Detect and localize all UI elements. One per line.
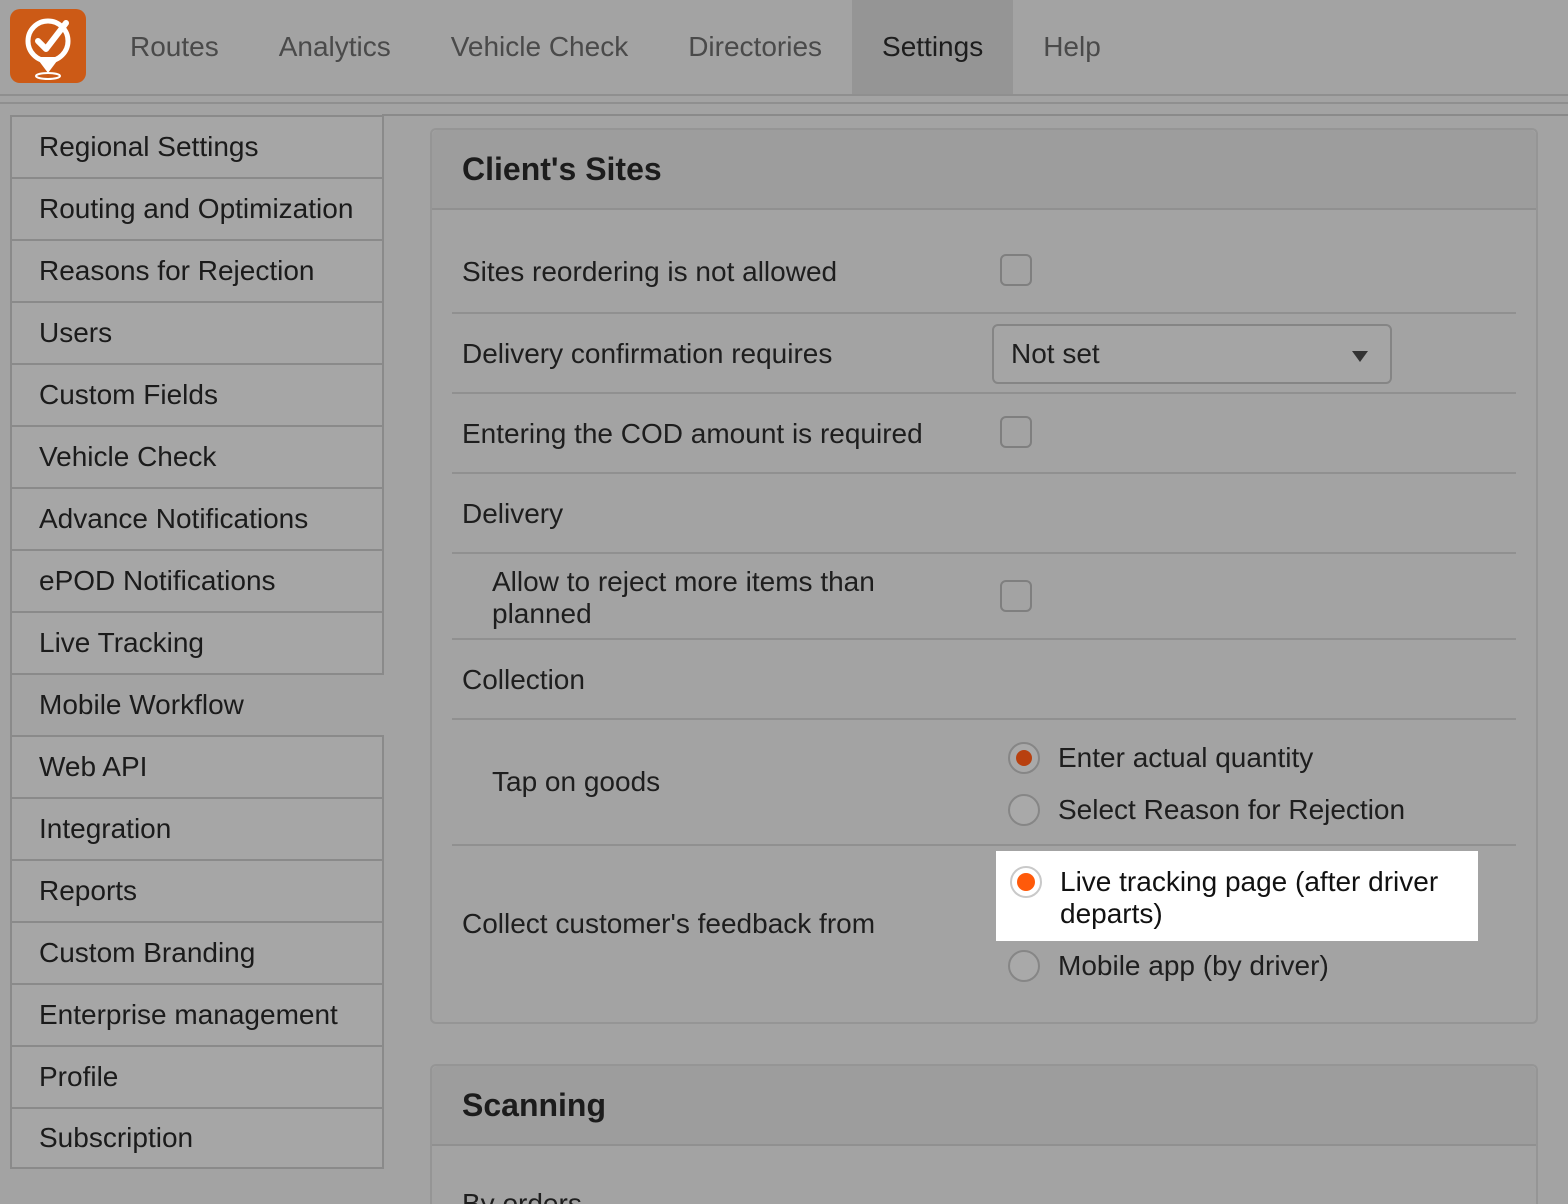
location-check-icon[interactable] bbox=[10, 9, 86, 83]
header-divider bbox=[0, 102, 1568, 104]
feedback-option-mobile-app[interactable]: Mobile app (by driver) bbox=[1008, 946, 1329, 986]
top-navigation-bar: Routes Analytics Vehicle Check Directori… bbox=[0, 0, 1568, 96]
sidebar-item-reports[interactable]: Reports bbox=[10, 859, 384, 921]
settings-sidebar: Regional Settings Routing and Optimizati… bbox=[10, 115, 384, 1169]
scanning-panel: Scanning By orders bbox=[430, 1064, 1538, 1204]
sidebar-item-advance-notifications[interactable]: Advance Notifications bbox=[10, 487, 384, 549]
settings-row: Sites reordering is not allowed bbox=[452, 212, 1516, 314]
confirmation-select-value: Not set bbox=[1011, 338, 1100, 369]
reject-more-label: Allow to reject more items than planned bbox=[492, 566, 875, 629]
radio-label: Select Reason for Rejection bbox=[1058, 794, 1406, 825]
nav-vehicle-check[interactable]: Vehicle Check bbox=[421, 0, 658, 94]
delivery-section-label: Delivery bbox=[462, 498, 564, 529]
reject-more-checkbox[interactable] bbox=[1000, 580, 1032, 612]
settings-row: Delivery confirmation requires Not set bbox=[452, 314, 1516, 394]
tap-goods-option-reason-rejection[interactable]: Select Reason for Rejection bbox=[1008, 790, 1405, 830]
reorder-checkbox[interactable] bbox=[1000, 254, 1032, 286]
settings-row: Tap on goods Enter actual quantity Selec… bbox=[452, 720, 1516, 846]
by-orders-label: By orders bbox=[462, 1188, 582, 1204]
sidebar-item-reasons-for-rejection[interactable]: Reasons for Rejection bbox=[10, 239, 384, 301]
sidebar-item-mobile-workflow[interactable]: Mobile Workflow bbox=[10, 673, 384, 735]
confirmation-select[interactable]: Not set bbox=[992, 324, 1392, 384]
sidebar-item-epod-notifications[interactable]: ePOD Notifications bbox=[10, 549, 384, 611]
radio-label: Mobile app (by driver) bbox=[1058, 950, 1329, 981]
sidebar-item-integration[interactable]: Integration bbox=[10, 797, 384, 859]
collection-section-label: Collection bbox=[462, 664, 585, 695]
nav-settings[interactable]: Settings bbox=[852, 0, 1014, 94]
sidebar-item-custom-fields[interactable]: Custom Fields bbox=[10, 363, 384, 425]
sidebar-item-web-api[interactable]: Web API bbox=[10, 735, 384, 797]
radio-button[interactable] bbox=[1008, 950, 1040, 982]
tap-goods-option-actual-quantity[interactable]: Enter actual quantity bbox=[1008, 738, 1313, 778]
chevron-down-icon bbox=[1352, 351, 1368, 362]
sidebar-item-custom-branding[interactable]: Custom Branding bbox=[10, 921, 384, 983]
settings-row: Entering the COD amount is required bbox=[452, 394, 1516, 474]
nav-directories[interactable]: Directories bbox=[658, 0, 852, 94]
nav-routes[interactable]: Routes bbox=[100, 0, 249, 94]
settings-row: Collection bbox=[452, 640, 1516, 720]
sidebar-item-profile[interactable]: Profile bbox=[10, 1045, 384, 1107]
sidebar-item-subscription[interactable]: Subscription bbox=[10, 1107, 384, 1169]
radio-button[interactable] bbox=[1008, 794, 1040, 826]
radio-label: Enter actual quantity bbox=[1058, 742, 1314, 773]
sidebar-item-regional-settings[interactable]: Regional Settings bbox=[10, 115, 384, 177]
sidebar-item-enterprise-management[interactable]: Enterprise management bbox=[10, 983, 384, 1045]
content-divider bbox=[382, 114, 1568, 116]
cod-checkbox[interactable] bbox=[1000, 416, 1032, 448]
sidebar-item-live-tracking[interactable]: Live Tracking bbox=[10, 611, 384, 673]
sidebar-item-routing-optimization[interactable]: Routing and Optimization bbox=[10, 177, 384, 239]
settings-row: Allow to reject more items than planned bbox=[452, 554, 1516, 640]
nav-help[interactable]: Help bbox=[1013, 0, 1131, 94]
tap-goods-label: Tap on goods bbox=[492, 766, 661, 797]
panel-title: Client's Sites bbox=[432, 130, 1536, 210]
sidebar-item-users[interactable]: Users bbox=[10, 301, 384, 363]
reorder-label: Sites reordering is not allowed bbox=[462, 256, 838, 287]
radio-label: Live tracking page (after driver departs… bbox=[1060, 866, 1439, 929]
nav-analytics[interactable]: Analytics bbox=[249, 0, 421, 94]
main-nav: Routes Analytics Vehicle Check Directori… bbox=[100, 0, 1131, 94]
cod-label: Entering the COD amount is required bbox=[462, 418, 923, 449]
radio-button[interactable] bbox=[1008, 742, 1040, 774]
radio-button-selected[interactable] bbox=[1010, 866, 1042, 898]
panel-title: Scanning bbox=[432, 1066, 1536, 1146]
sidebar-item-vehicle-check[interactable]: Vehicle Check bbox=[10, 425, 384, 487]
settings-row: Delivery bbox=[452, 474, 1516, 554]
feedback-label: Collect customer's feedback from bbox=[462, 908, 876, 939]
confirmation-label: Delivery confirmation requires bbox=[462, 338, 833, 369]
